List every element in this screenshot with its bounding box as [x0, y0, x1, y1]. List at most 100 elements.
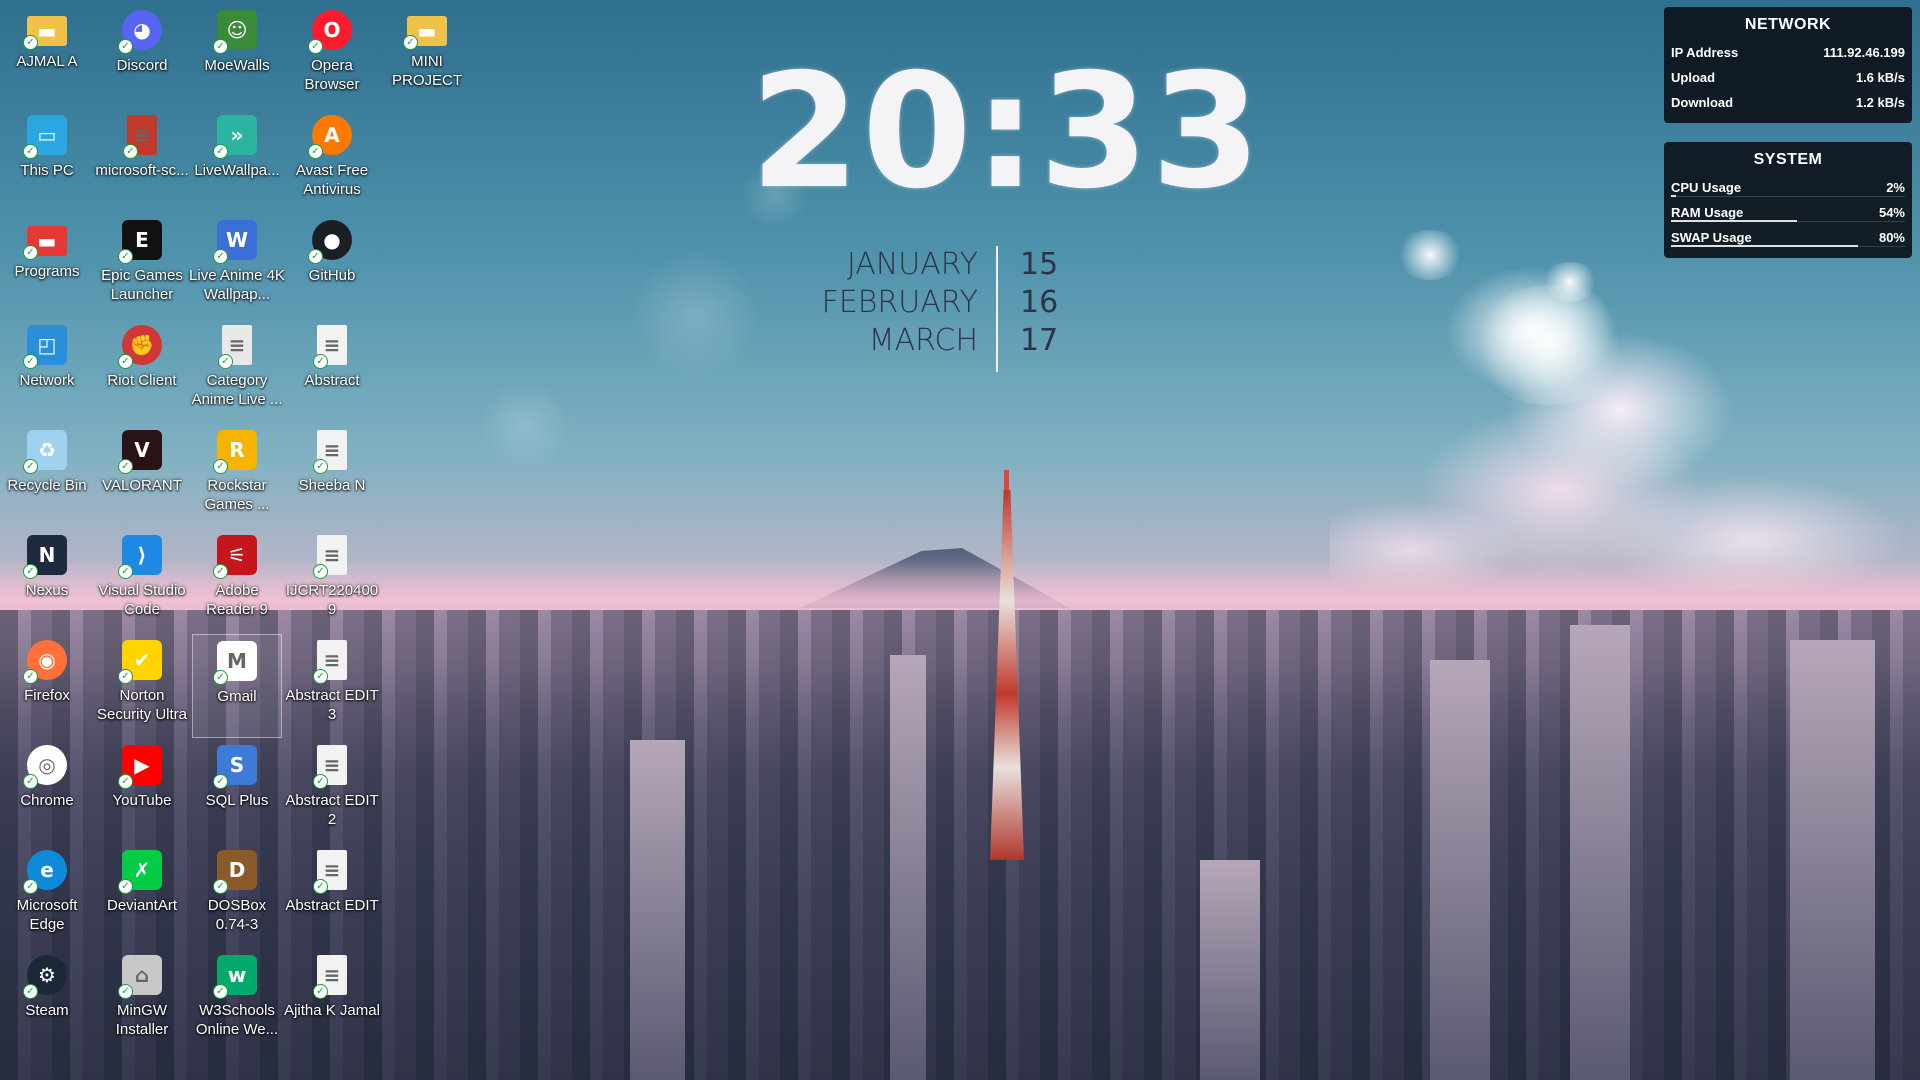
light-bubble: [480, 380, 570, 470]
desktop-icon[interactable]: ▶ ✓ YouTube: [97, 739, 187, 843]
document-icon: ≡ ✓: [313, 640, 347, 684]
light-bubble: [630, 250, 760, 380]
w3schools-icon: w ✓: [213, 955, 257, 999]
desktop-icon[interactable]: ✔ ✓ Norton Security Ultra: [97, 634, 187, 738]
desktop-icon[interactable]: ≡ ✓ Category Anime Live ...: [192, 319, 282, 423]
desktop-icon-label: Recycle Bin: [7, 477, 87, 494]
building: [1430, 660, 1490, 1080]
desktop-icon[interactable]: w ✓ W3Schools Online We...: [192, 949, 282, 1053]
desktop-icon[interactable]: ◉ ✓ Firefox: [2, 634, 92, 738]
desktop-icon-label: Epic Games Launcher: [101, 267, 183, 303]
desktop-icon[interactable]: W ✓ Live Anime 4K Wallpap...: [189, 214, 285, 318]
computer-icon: ▭ ✓: [23, 115, 67, 159]
desktop-icon[interactable]: ⟩ ✓ Visual Studio Code: [97, 529, 187, 633]
desktop-icon[interactable]: V ✓ VALORANT: [97, 424, 187, 528]
desktop-icon[interactable]: e ✓ Microsoft Edge: [2, 844, 92, 948]
desktop-icon[interactable]: ☺ ✓ MoeWalls: [192, 4, 282, 108]
desktop-icon[interactable]: S ✓ SQL Plus: [192, 739, 282, 843]
desktop-icon[interactable]: » ✓ LiveWallpa...: [192, 109, 282, 213]
desktop-icon-label: Abstract: [304, 372, 360, 389]
github-icon: ● ✓: [308, 220, 352, 264]
desktop-icon-label: Discord: [116, 57, 168, 74]
sync-check-icon: ✓: [23, 984, 38, 999]
desktop-icon[interactable]: ▬ ✓ AJMAL A: [2, 4, 92, 108]
building: [1200, 860, 1260, 1080]
document-icon: ≡ ✓: [123, 115, 157, 159]
network-icon: ◰ ✓: [23, 325, 67, 369]
desktop-icon-label: VALORANT: [102, 477, 182, 494]
desktop-icon[interactable]: ≡ ✓ Abstract EDIT: [285, 844, 379, 948]
desktop-icon[interactable]: ✊ ✓ Riot Client: [97, 319, 187, 423]
sync-check-icon: ✓: [308, 249, 323, 264]
valorant-icon: V ✓: [118, 430, 162, 474]
desktop-icon[interactable]: ♻ ✓ Recycle Bin: [2, 424, 92, 528]
desktop-icon[interactable]: A ✓ Avast Free Antivirus: [287, 109, 377, 213]
desktop-icon[interactable]: ⌂ ✓ MinGW Installer: [97, 949, 187, 1053]
desktop-icon[interactable]: ▬ ✓ Programs: [2, 214, 92, 318]
desktop-icon[interactable]: ⚟ ✓ Adobe Reader 9: [192, 529, 282, 633]
sync-check-icon: ✓: [118, 774, 133, 789]
desktop-icon[interactable]: ◕ ✓ Discord: [97, 4, 187, 108]
desktop-icon-label: Abstract EDIT 2: [285, 792, 379, 828]
sync-check-icon: ✓: [313, 459, 328, 474]
system-row-ram: RAM Usage 54%: [1664, 200, 1912, 225]
avast-icon: A ✓: [308, 115, 352, 159]
deviantart-icon: ✗ ✓: [118, 850, 162, 894]
sync-check-icon: ✓: [213, 39, 228, 54]
cloud-puff: [1395, 230, 1465, 280]
sync-check-icon: ✓: [213, 459, 228, 474]
sync-check-icon: ✓: [213, 879, 228, 894]
desktop-icon[interactable]: ≡ ✓ Abstract EDIT 2: [285, 739, 379, 843]
desktop-icon-label: Network: [19, 372, 75, 389]
desktop-icon-label: MinGW Installer: [115, 1002, 169, 1038]
desktop-icon[interactable]: ● ✓ GitHub: [287, 214, 377, 318]
desktop-icon[interactable]: ≡ ✓ Sheeba N: [287, 424, 377, 528]
building: [890, 655, 926, 1080]
desktop-icon[interactable]: M ✓ Gmail: [192, 634, 282, 738]
sync-check-icon: ✓: [23, 144, 38, 159]
edge-icon: e ✓: [23, 850, 67, 894]
sync-check-icon: ✓: [118, 39, 133, 54]
document-icon: ≡ ✓: [313, 745, 347, 789]
calendar-day: 16: [1020, 285, 1059, 320]
sync-check-icon: ✓: [23, 669, 38, 684]
desktop-icon[interactable]: ≡ ✓ Ajitha K Jamal: [284, 949, 380, 1053]
desktop-icon-grid: ▬ ✓ AJMAL A ◕ ✓ Discord ☺ ✓ MoeWalls O ✓ Opera Brow…: [0, 0, 462, 1080]
desktop-icon[interactable]: N ✓ Nexus: [2, 529, 92, 633]
desktop-icon[interactable]: ≡ ✓ Abstract EDIT 3: [285, 634, 379, 738]
network-widget: NETWORK IP Address 111.92.46.199 Upload …: [1664, 7, 1912, 123]
document-icon: ≡ ✓: [313, 850, 347, 894]
sync-check-icon: ✓: [213, 670, 228, 685]
folder-icon: ▬ ✓: [23, 16, 67, 50]
desktop-icon-label: Programs: [14, 263, 80, 280]
sync-check-icon: ✓: [123, 144, 138, 159]
calendar-widget: JANUARY FEBRUARY MARCH 15 16 17: [808, 246, 1058, 372]
riot-icon: ✊ ✓: [118, 325, 162, 369]
desktop-icon-label: Avast Free Antivirus: [295, 162, 369, 198]
swap-usage-bar: [1671, 245, 1858, 247]
clock-time: 20:33: [750, 40, 1263, 224]
sync-check-icon: ✓: [118, 354, 133, 369]
desktop-icon[interactable]: D ✓ DOSBox 0.74-3: [192, 844, 282, 948]
desktop-icon[interactable]: ≡ ✓ Abstract: [287, 319, 377, 423]
desktop-icon[interactable]: ≡ ✓ IJCRT2204009: [286, 529, 378, 633]
moewalls-icon: ☺ ✓: [213, 10, 257, 54]
desktop-icon[interactable]: O ✓ Opera Browser: [287, 4, 377, 108]
opera-icon: O ✓: [308, 10, 352, 54]
document-icon: ≡ ✓: [313, 430, 347, 474]
sync-check-icon: ✓: [23, 245, 38, 260]
desktop-icon[interactable]: R ✓ Rockstar Games ...: [192, 424, 282, 528]
discord-icon: ◕ ✓: [118, 10, 162, 54]
desktop-icon[interactable]: E ✓ Epic Games Launcher: [97, 214, 187, 318]
desktop-icon[interactable]: ✗ ✓ DeviantArt: [97, 844, 187, 948]
desktop-icon[interactable]: ≡ ✓ microsoft-sc...: [95, 109, 189, 213]
desktop-icon[interactable]: ⚙ ✓ Steam: [2, 949, 92, 1053]
row-label: Download: [1671, 95, 1734, 110]
desktop-icon[interactable]: ◰ ✓ Network: [2, 319, 92, 423]
desktop-icon[interactable]: ▬ ✓ MINI PROJECT: [382, 4, 472, 108]
desktop-icon-label: DeviantArt: [106, 897, 178, 914]
system-row-cpu: CPU Usage 2%: [1664, 175, 1912, 200]
desktop-icon-label: Norton Security Ultra: [96, 687, 188, 723]
desktop-icon[interactable]: ▭ ✓ This PC: [2, 109, 92, 213]
desktop-icon[interactable]: ◎ ✓ Chrome: [2, 739, 92, 843]
